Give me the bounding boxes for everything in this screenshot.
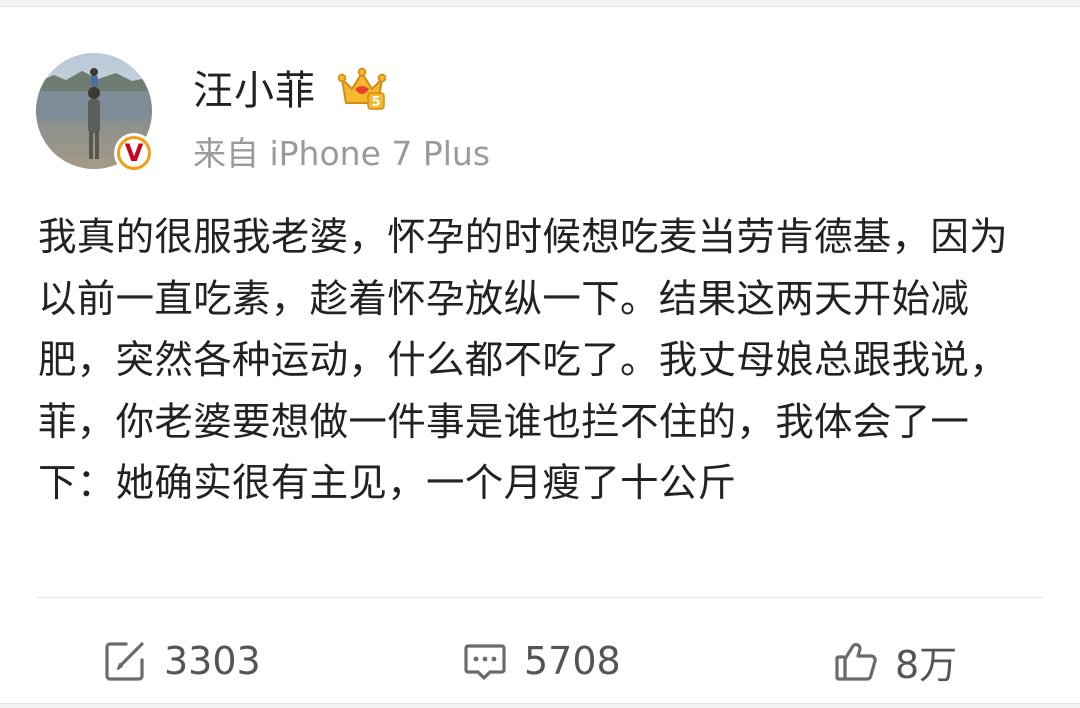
like-count: 8万 (895, 642, 958, 687)
author-name[interactable]: 汪小菲 (193, 67, 316, 115)
avatar-container[interactable]: V (36, 53, 154, 173)
footer-divider (36, 597, 1044, 598)
repost-icon (105, 642, 144, 681)
comment-count: 5708 (524, 639, 621, 683)
like-button[interactable]: 8万 (833, 627, 957, 695)
repost-count: 3303 (164, 639, 261, 683)
repost-button[interactable]: 3303 (102, 627, 261, 695)
comment-button[interactable]: 5708 (462, 627, 621, 695)
svg-text:5: 5 (371, 95, 380, 110)
post-text: 我真的很服我老婆，怀孕的时候想吃麦当劳肯德基，因为以前一直吃素，趁着怀孕放纵一下… (38, 215, 1009, 506)
post-actions-bar: 3303 5708 8万 (0, 627, 1080, 695)
post-source: 来自 iPhone 7 Plus (193, 134, 491, 173)
comment-icon (464, 644, 506, 680)
thumbs-up-icon (835, 643, 877, 681)
verified-v-icon: V (114, 133, 154, 173)
crown-icon[interactable]: 5 (338, 65, 386, 113)
weibo-post-card: V 汪小菲 5 来自 iPhone 7 Plus 我真的很服我老婆，怀孕的时候想… (0, 6, 1080, 704)
